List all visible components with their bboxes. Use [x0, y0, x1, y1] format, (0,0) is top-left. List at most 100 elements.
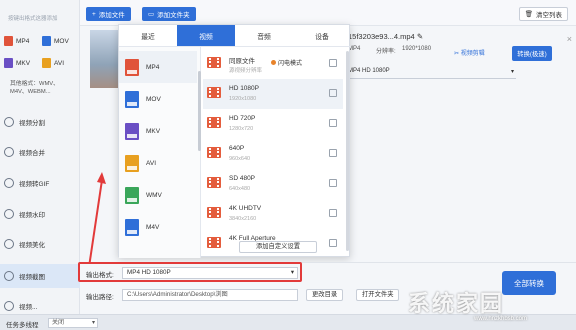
nav-item-label: 视频转GIF: [19, 181, 50, 188]
resolution-value: 1920*1080: [402, 46, 432, 52]
nav-item-split[interactable]: 视频分割: [0, 110, 80, 134]
avi-file-icon: [42, 58, 51, 68]
category-mp4[interactable]: MP4: [119, 51, 197, 83]
clear-list-button[interactable]: 🗑 清空列表: [518, 7, 568, 21]
category-mov[interactable]: MOV: [119, 83, 197, 115]
open-folder-button[interactable]: 打开文件夹: [356, 289, 400, 301]
quick-format-mp4[interactable]: MP4: [4, 34, 42, 48]
edit-icon[interactable]: [329, 59, 337, 67]
format-category-list: MP4 MOV MKV AVI WMV M4V 搜索: [119, 47, 201, 275]
nav-item-merge[interactable]: 视频合并: [0, 140, 80, 164]
film-icon: [207, 57, 221, 68]
chevron-down-icon: ▾: [510, 69, 514, 75]
preset-4k-uhdtv[interactable]: 4K UHDTV 3840x2160: [203, 199, 343, 229]
nav-item-gif[interactable]: 视频转GIF: [0, 171, 80, 195]
sidebar-hint: 按键出格式这器添加: [8, 16, 58, 22]
quick-format-label: MP4: [16, 37, 30, 45]
chevron-down-icon: ▾: [91, 320, 95, 326]
film-icon: [207, 147, 221, 158]
preset-sd-480p[interactable]: SD 480P 640x480: [203, 169, 343, 199]
plus-icon: +: [92, 10, 96, 18]
add-file-label: 添加文件: [98, 12, 125, 19]
output-path-label: 输出路径:: [86, 294, 114, 301]
left-sidebar: 按键出格式这器添加 MP4 MOV MKV AVI 其他格式：WMV、M4V、W…: [0, 0, 80, 330]
nav-item-label: 视频...: [19, 304, 38, 311]
scissors-icon: ✂: [454, 51, 460, 57]
top-toolbar: + 添加文件 ▭ 添加文件夹 🗑 清空列表: [80, 0, 576, 26]
beautify-icon: [4, 239, 14, 249]
output-path-field[interactable]: C:\Users\Administrator\Desktop\浏图: [122, 289, 298, 301]
convert-all-button[interactable]: 全部转换: [502, 271, 556, 295]
mp4-file-icon: [125, 58, 139, 76]
folder-icon: ▭: [148, 11, 155, 18]
category-m4v[interactable]: M4V: [119, 211, 197, 243]
film-icon: [207, 237, 221, 248]
add-folder-label: 添加文件夹: [157, 12, 190, 19]
nav-item-screenshot[interactable]: 视频截图: [0, 264, 80, 288]
add-folder-button[interactable]: ▭ 添加文件夹: [142, 7, 196, 21]
site-watermark: 系统家园: [408, 291, 505, 316]
category-scrollbar[interactable]: [198, 71, 201, 151]
clear-list-label: 清空列表: [536, 12, 562, 19]
film-icon: [207, 87, 221, 98]
tab-video[interactable]: 视频: [177, 25, 235, 46]
close-icon[interactable]: ×: [567, 34, 572, 44]
edit-icon[interactable]: [329, 179, 337, 187]
tab-recent[interactable]: 最近: [119, 25, 177, 46]
nav-item-beautify[interactable]: 视频美化: [0, 232, 80, 256]
nav-item-label: 视频水印: [19, 212, 45, 219]
red-arrow-annotation: [88, 172, 106, 268]
edit-icon[interactable]: [329, 239, 337, 247]
format-tabs: 最近 视频 音频 设备: [119, 25, 351, 47]
multithread-select[interactable]: 关闭 ▾: [48, 318, 98, 328]
category-mkv[interactable]: MKV: [119, 115, 197, 147]
tab-audio[interactable]: 音频: [235, 25, 293, 46]
convert-button[interactable]: 转换(极速): [512, 46, 552, 61]
preset-640p[interactable]: 640P 960x640: [203, 139, 343, 169]
tab-device[interactable]: 设备: [293, 25, 351, 46]
nav-item-label: 视频截图: [19, 274, 45, 281]
quick-format-mov[interactable]: MOV: [42, 34, 80, 48]
other-formats-link[interactable]: 其他格式：WMV、M4V、WEBM...: [10, 80, 76, 96]
edit-icon[interactable]: [329, 89, 337, 97]
row-output-format-select[interactable]: MP4 HD 1080P ▾: [348, 68, 516, 79]
quick-format-avi[interactable]: AVI: [42, 56, 80, 70]
avi-file-icon: [125, 154, 139, 172]
lightning-mode-badge: 闪电模式: [271, 58, 302, 67]
film-icon: [207, 117, 221, 128]
preset-list: 同原文件 源视频分辨率 闪电模式 HD 1080P 1920x1080 HD 7…: [203, 47, 351, 258]
edit-icon[interactable]: [329, 149, 337, 157]
video-edit-link[interactable]: ✂ 视频剪辑: [454, 48, 485, 57]
quick-format-mkv[interactable]: MKV: [4, 56, 42, 70]
film-icon: [207, 177, 221, 188]
pencil-icon[interactable]: ✎: [417, 32, 423, 41]
watermark-icon: [4, 209, 14, 219]
format-popup: 最近 视频 音频 设备 MP4 MOV MKV AVI WMV M4V 同原文件…: [118, 24, 351, 275]
preset-hd-1080p[interactable]: HD 1080P 1920x1080: [203, 79, 343, 109]
more-icon: [4, 301, 14, 311]
wmv-file-icon: [125, 186, 139, 204]
preset-scrollbar[interactable]: [346, 51, 349, 251]
gif-icon: [4, 178, 14, 188]
edit-icon[interactable]: [329, 119, 337, 127]
nav-item-label: 视频分割: [19, 120, 45, 127]
file-name: 15f3203e93...4.mp4 ✎: [348, 32, 424, 41]
preset-same-as-source[interactable]: 同原文件 源视频分辨率 闪电模式: [203, 49, 343, 79]
nav-item-watermark[interactable]: 视频水印: [0, 202, 80, 226]
preset-hd-720p[interactable]: HD 720P 1280x720: [203, 109, 343, 139]
multithread-label: 任务多线程: [6, 322, 39, 329]
edit-icon[interactable]: [329, 209, 337, 217]
add-custom-setting-button[interactable]: 添加自定义设置: [239, 241, 317, 253]
resolution-label: 分辨率:: [376, 49, 396, 55]
film-icon: [207, 207, 221, 218]
quick-format-label: MOV: [54, 37, 69, 45]
mp4-file-icon: [4, 36, 13, 46]
change-directory-button[interactable]: 更改目录: [306, 289, 344, 301]
nav-item-label: 视频合并: [19, 150, 45, 157]
mov-file-icon: [125, 90, 139, 108]
add-file-button[interactable]: + 添加文件: [86, 7, 131, 21]
category-wmv[interactable]: WMV: [119, 179, 197, 211]
quick-format-label: AVI: [54, 59, 64, 67]
category-avi[interactable]: AVI: [119, 147, 197, 179]
mkv-file-icon: [125, 122, 139, 140]
